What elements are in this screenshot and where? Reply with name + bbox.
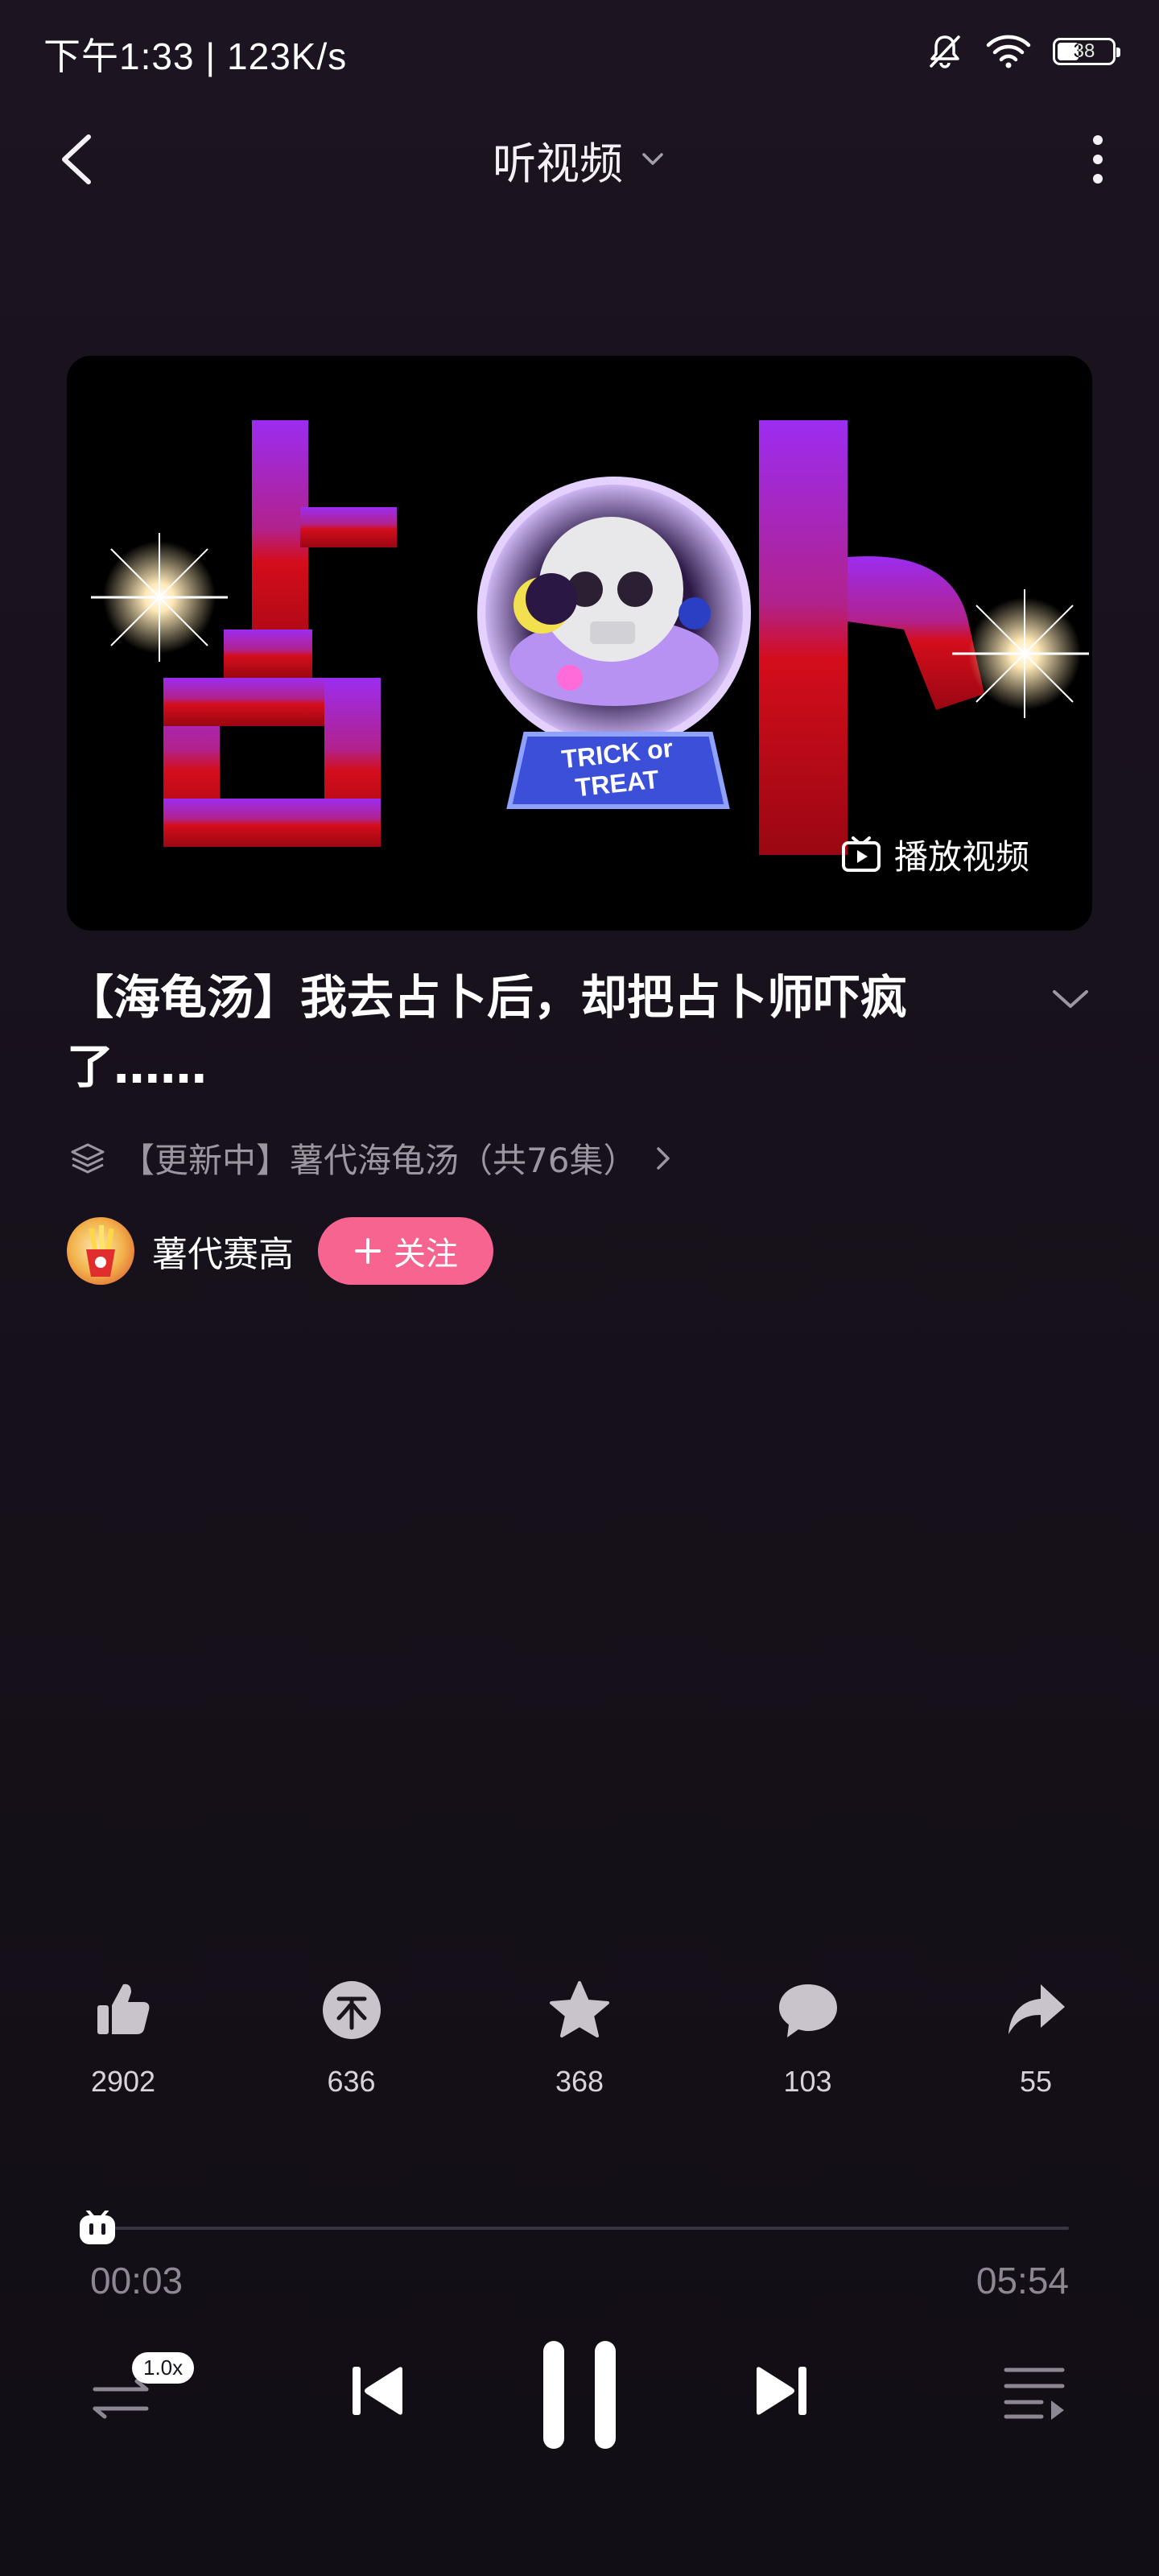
progress-bar[interactable] [89,2227,1069,2230]
thumbs-up-icon [97,1984,150,2034]
star-icon [550,1981,609,2037]
like-button[interactable]: 2902 [32,1976,214,2099]
collection-label: 【更新中】薯代海龟汤（共76集） [121,1141,637,1180]
video-cover[interactable]: TRICK or TREAT 播放视频 [67,356,1092,931]
follow-label: 关注 [394,1236,458,1273]
share-button[interactable]: 55 [945,1976,1127,2099]
author-avatar[interactable] [67,1217,134,1285]
play-video-button[interactable]: 播放视频 [841,830,1029,879]
pause-icon [543,2341,616,2449]
author-name[interactable]: 薯代赛高 [152,1225,294,1277]
status-time: 下午1:33 | 123K/s [43,35,348,77]
title-expand-button[interactable] [1048,977,1093,1022]
chevron-right-icon [657,1146,670,1170]
coin-button[interactable]: 636 [261,1976,443,2099]
skip-previous-icon [353,2367,402,2415]
coin-icon [322,1981,381,2039]
share-arrow-icon [1008,1984,1065,2034]
follow-button[interactable]: 关注 [318,1217,493,1285]
previous-button[interactable] [346,2359,410,2423]
video-title: 【海龟汤】我去占卜后，却把占卜师吓疯了…… [67,970,908,1094]
mute-bell-icon [930,35,960,68]
playlist-icon [1004,2368,1065,2420]
back-button[interactable] [52,129,108,190]
comment-button[interactable]: 103 [717,1976,899,2099]
pause-button[interactable] [535,2334,624,2455]
favorite-button[interactable]: 368 [489,1976,670,2099]
current-time: 00:03 [90,2260,184,2301]
collection-link[interactable]: 【更新中】薯代海龟汤（共76集） [69,1133,675,1183]
playback-mode-speed-button[interactable]: 1.0x [89,2351,209,2439]
progress-thumb[interactable] [78,2209,117,2246]
battery-indicator: 38 [1053,38,1120,65]
plus-icon [355,1238,381,1264]
share-count: 55 [1019,2065,1053,2098]
skip-next-icon [757,2367,806,2415]
layers-icon [71,1143,105,1173]
comment-bubble-icon [778,1984,837,2037]
speed-badge: 1.0x [132,2352,195,2384]
play-video-label: 播放视频 [893,837,1029,877]
author-row: 薯代赛高 关注 [67,1217,493,1285]
nav-title-dropdown[interactable]: 听视频 [419,129,740,190]
total-time: 05:54 [975,2260,1069,2301]
playlist-button[interactable] [1001,2363,1067,2421]
chevron-down-icon [642,153,663,165]
coin-count: 636 [327,2065,376,2098]
back-arrow-icon [62,134,91,184]
status-icons: 38 [926,32,1120,71]
battery-level: 38 [1073,40,1095,62]
tv-thumb-icon [79,2209,115,2244]
comment-count: 103 [783,2065,832,2098]
favorite-count: 368 [555,2065,604,2098]
tv-play-icon [841,836,881,872]
action-bar: 2902 636 368 103 55 [32,1976,1127,2099]
more-options-button[interactable] [1082,129,1114,190]
chevron-down-icon [1053,990,1088,1008]
next-button[interactable] [749,2359,813,2423]
nav-title: 听视频 [493,138,623,189]
more-vertical-icon [1093,135,1103,184]
wifi-icon [986,35,1031,68]
fries-avatar-icon [86,1225,115,1277]
like-count: 2902 [90,2065,156,2098]
